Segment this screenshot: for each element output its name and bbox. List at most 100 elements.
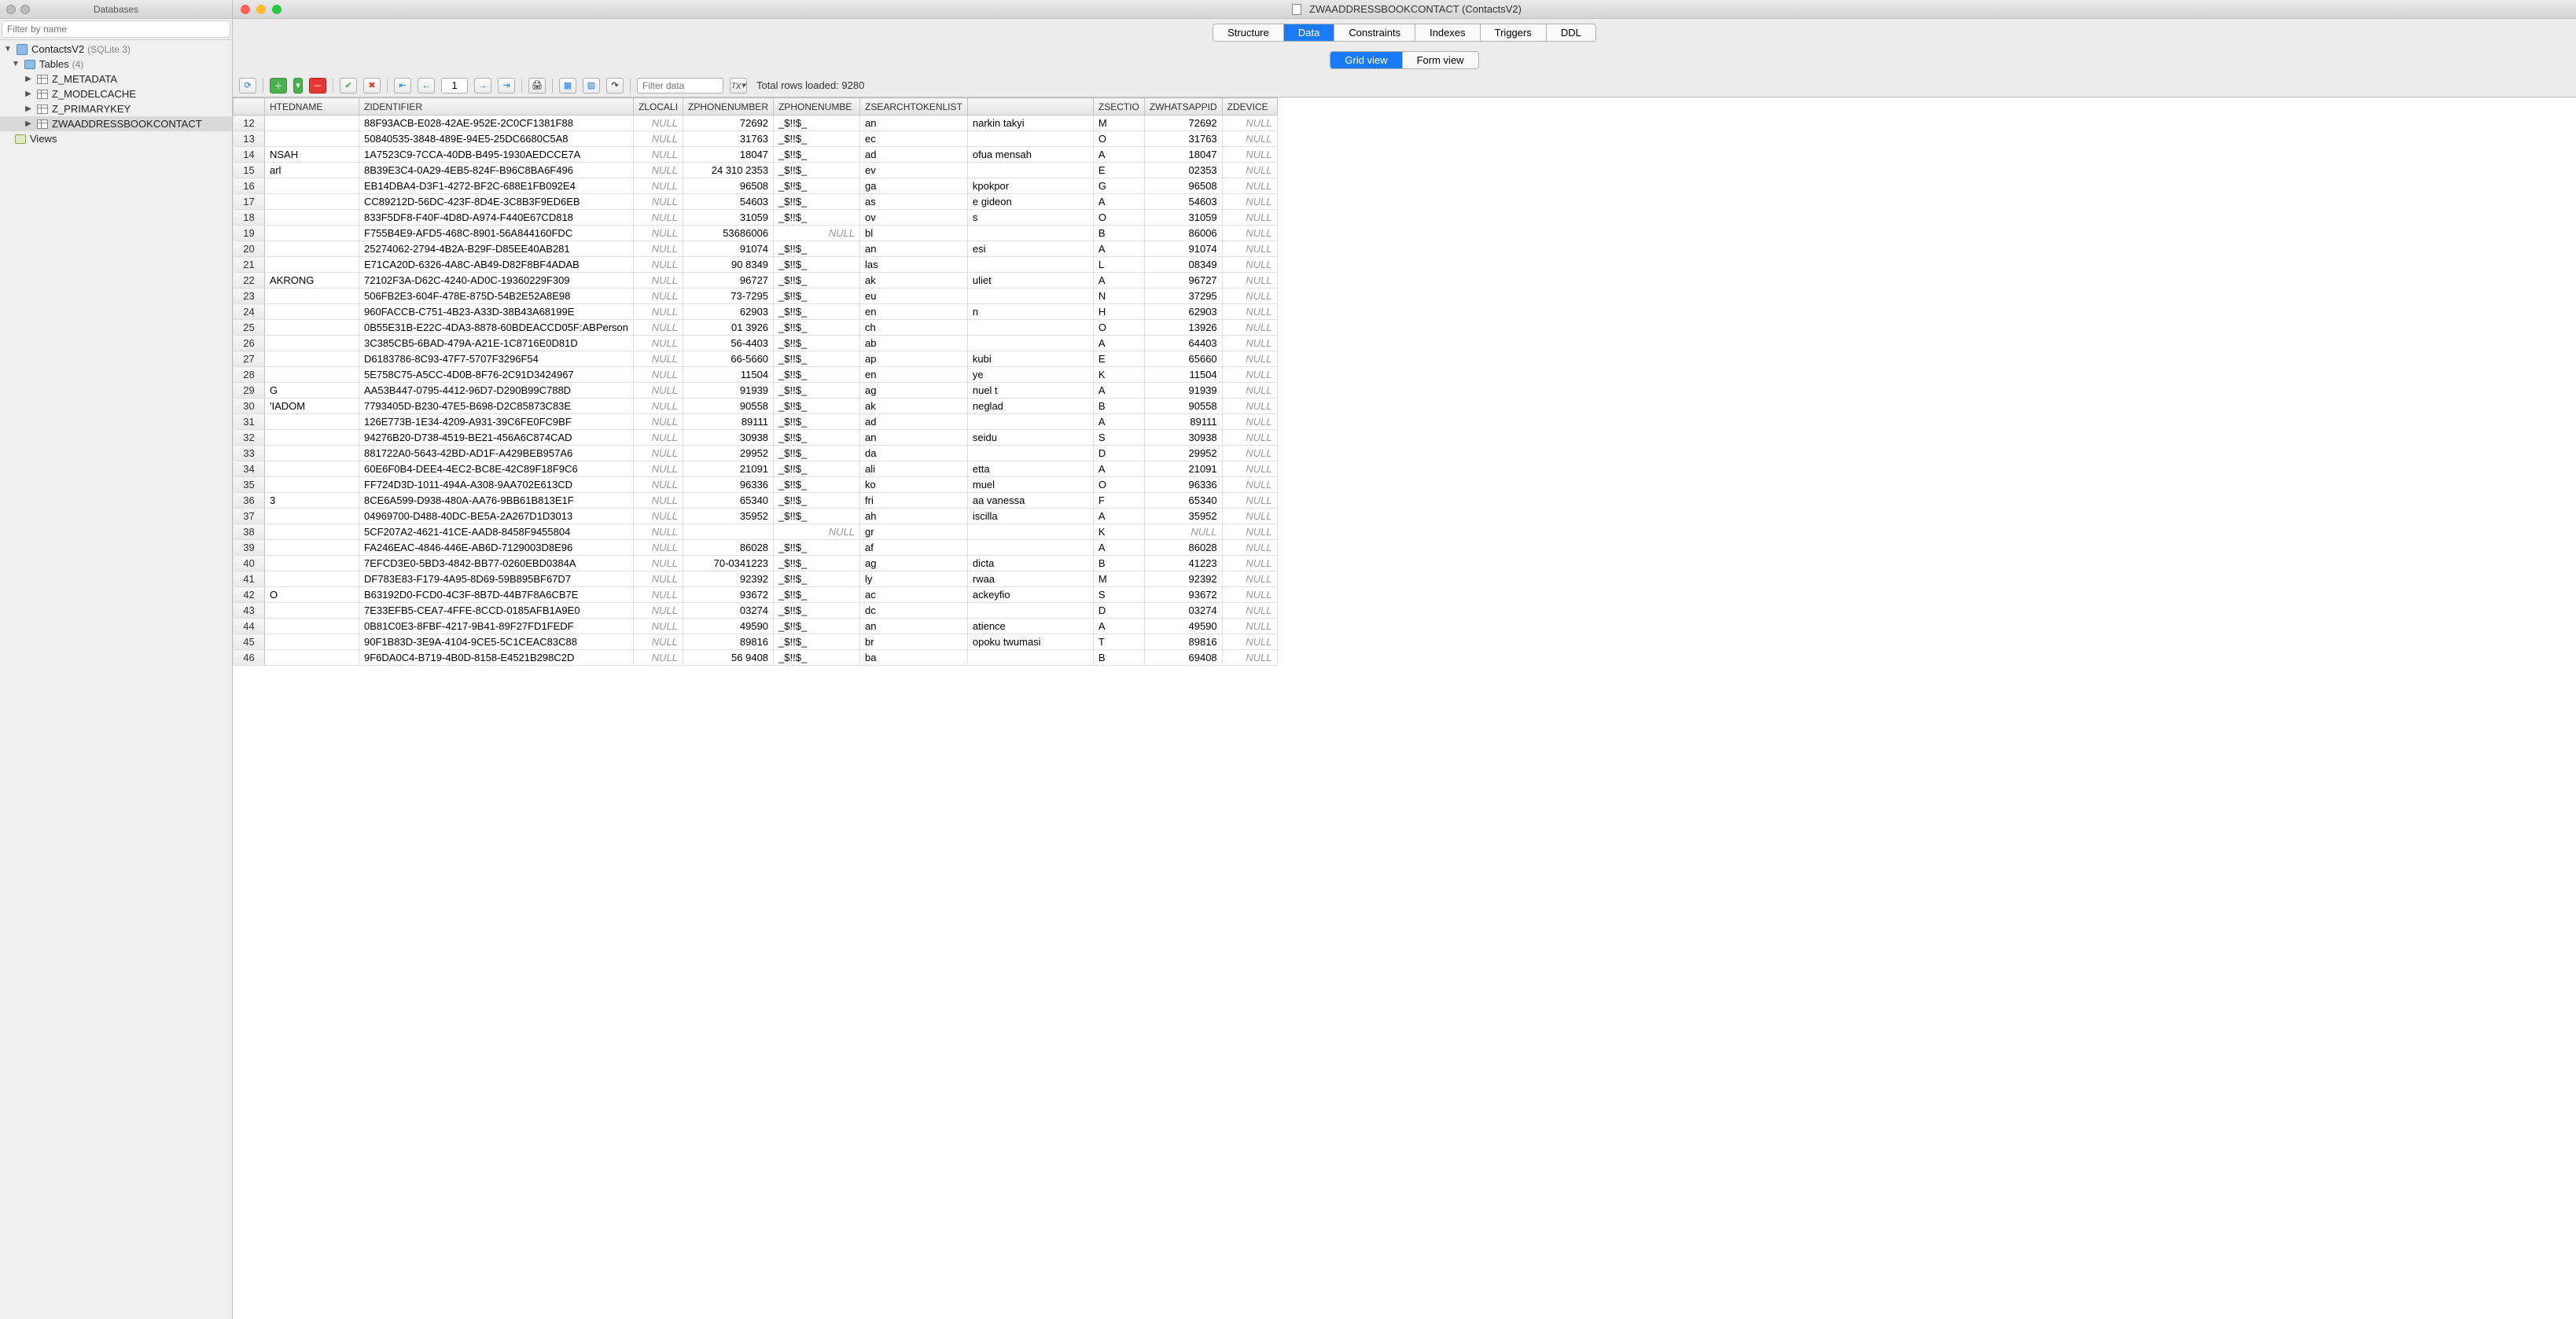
- tree-views-node[interactable]: Views: [0, 131, 232, 146]
- cell[interactable]: dc: [860, 603, 968, 619]
- cell[interactable]: 72692: [1144, 116, 1222, 131]
- cell-null[interactable]: NULL: [1222, 226, 1277, 241]
- cell[interactable]: ch: [860, 320, 968, 336]
- row-number[interactable]: 39: [234, 540, 265, 556]
- cell[interactable]: 03274: [683, 603, 774, 619]
- cell[interactable]: en: [860, 367, 968, 383]
- cell[interactable]: 30938: [683, 430, 774, 446]
- cell-null[interactable]: NULL: [634, 288, 683, 304]
- tree-table-item[interactable]: ▶ Z_MODELCACHE: [0, 86, 232, 101]
- cell[interactable]: 13926: [1144, 320, 1222, 336]
- row-number[interactable]: 43: [234, 603, 265, 619]
- cell[interactable]: A: [1093, 383, 1144, 399]
- invert-selection-button[interactable]: ▨: [583, 78, 600, 94]
- cell[interactable]: 11504: [1144, 367, 1222, 383]
- cell[interactable]: M: [1093, 571, 1144, 587]
- cell[interactable]: 90558: [1144, 399, 1222, 414]
- cell[interactable]: O: [1093, 131, 1144, 147]
- cell[interactable]: E: [1093, 351, 1144, 367]
- cell[interactable]: AA53B447-0795-4412-96D7-D290B99C788D: [359, 383, 634, 399]
- tab-structure[interactable]: Structure: [1213, 24, 1284, 41]
- cell[interactable]: 65340: [1144, 493, 1222, 509]
- row-number[interactable]: 29: [234, 383, 265, 399]
- row-number[interactable]: 32: [234, 430, 265, 446]
- cell-null[interactable]: NULL: [1222, 634, 1277, 650]
- row-number[interactable]: 15: [234, 163, 265, 178]
- cell[interactable]: da: [860, 446, 968, 461]
- delete-row-button[interactable]: －: [309, 78, 326, 94]
- tab-data[interactable]: Data: [1284, 24, 1334, 41]
- cell[interactable]: 31763: [683, 131, 774, 147]
- row-number[interactable]: 12: [234, 116, 265, 131]
- cell-null[interactable]: NULL: [1222, 163, 1277, 178]
- row-number[interactable]: 17: [234, 194, 265, 210]
- cell[interactable]: _$!!$_: [774, 257, 860, 273]
- print-button[interactable]: 🖨: [528, 78, 546, 94]
- cell[interactable]: [265, 288, 359, 304]
- cell[interactable]: 3: [265, 493, 359, 509]
- chevron-right-icon[interactable]: ▶: [24, 90, 33, 98]
- row-number[interactable]: 41: [234, 571, 265, 587]
- cell[interactable]: af: [860, 540, 968, 556]
- cell[interactable]: K: [1093, 367, 1144, 383]
- cell[interactable]: _$!!$_: [774, 320, 860, 336]
- cell[interactable]: 96508: [1144, 178, 1222, 194]
- db-tree[interactable]: ▼ ContactsV2 (SQLite 3) ▼ Tables (4) ▶ Z…: [0, 40, 232, 1319]
- cell[interactable]: e gideon: [967, 194, 1093, 210]
- cell[interactable]: ah: [860, 509, 968, 524]
- cell-null[interactable]: NULL: [1222, 603, 1277, 619]
- cell[interactable]: 49590: [1144, 619, 1222, 634]
- cell-null[interactable]: NULL: [634, 210, 683, 226]
- cell[interactable]: D: [1093, 446, 1144, 461]
- cell[interactable]: _$!!$_: [774, 430, 860, 446]
- cell[interactable]: F: [1093, 493, 1144, 509]
- column-header[interactable]: ZSECTIO: [1093, 98, 1144, 116]
- cell[interactable]: 49590: [683, 619, 774, 634]
- cell[interactable]: _$!!$_: [774, 446, 860, 461]
- cell[interactable]: ko: [860, 477, 968, 493]
- cell[interactable]: 92392: [683, 571, 774, 587]
- cell[interactable]: 21091: [683, 461, 774, 477]
- cell[interactable]: _$!!$_: [774, 399, 860, 414]
- data-grid[interactable]: HTEDNAMEZIDENTIFIERZLOCALIZPHONENUMBERZP…: [233, 97, 2576, 1319]
- cell[interactable]: an: [860, 116, 968, 131]
- add-row-button[interactable]: ＋: [270, 78, 287, 94]
- table-row[interactable]: 24 960FACCB-C751-4B23-A33D-38B43A68199E …: [234, 304, 1278, 320]
- cell[interactable]: B: [1093, 650, 1144, 666]
- tab-ddl[interactable]: DDL: [1547, 24, 1595, 41]
- cell[interactable]: ov: [860, 210, 968, 226]
- cell[interactable]: O: [1093, 320, 1144, 336]
- row-number[interactable]: 36: [234, 493, 265, 509]
- table-row[interactable]: 18 833F5DF8-F40F-4D8D-A974-F440E67CD818 …: [234, 210, 1278, 226]
- cell[interactable]: 89816: [683, 634, 774, 650]
- cell[interactable]: 54603: [683, 194, 774, 210]
- cell[interactable]: ye: [967, 367, 1093, 383]
- cell[interactable]: 25274062-2794-4B2A-B29F-D85EE40AB281: [359, 241, 634, 257]
- row-number[interactable]: 18: [234, 210, 265, 226]
- row-number[interactable]: 42: [234, 587, 265, 603]
- cell[interactable]: [967, 163, 1093, 178]
- cell[interactable]: ba: [860, 650, 968, 666]
- tree-table-item[interactable]: ▶ Z_METADATA: [0, 72, 232, 86]
- cell[interactable]: 8B39E3C4-0A29-4EB5-824F-B96C8BA6F496: [359, 163, 634, 178]
- cell[interactable]: _$!!$_: [774, 194, 860, 210]
- cell[interactable]: _$!!$_: [774, 273, 860, 288]
- cell[interactable]: B63192D0-FCD0-4C3F-8B7D-44B7F8A6CB7E: [359, 587, 634, 603]
- cell[interactable]: T: [1093, 634, 1144, 650]
- row-number[interactable]: 31: [234, 414, 265, 430]
- cell-null[interactable]: NULL: [634, 524, 683, 540]
- column-header[interactable]: [967, 98, 1093, 116]
- cell[interactable]: 86006: [1144, 226, 1222, 241]
- first-page-button[interactable]: ⇤: [394, 78, 411, 94]
- cell[interactable]: 24 310 2353: [683, 163, 774, 178]
- cell[interactable]: 96727: [1144, 273, 1222, 288]
- cell[interactable]: 35952: [683, 509, 774, 524]
- cell-null[interactable]: NULL: [1222, 493, 1277, 509]
- cell[interactable]: narkin takyi: [967, 116, 1093, 131]
- cell[interactable]: 90558: [683, 399, 774, 414]
- cell-null[interactable]: NULL: [1222, 383, 1277, 399]
- cell[interactable]: _$!!$_: [774, 540, 860, 556]
- cell[interactable]: [967, 524, 1093, 540]
- cell[interactable]: 29952: [1144, 446, 1222, 461]
- chevron-down-icon[interactable]: ▼: [11, 60, 20, 68]
